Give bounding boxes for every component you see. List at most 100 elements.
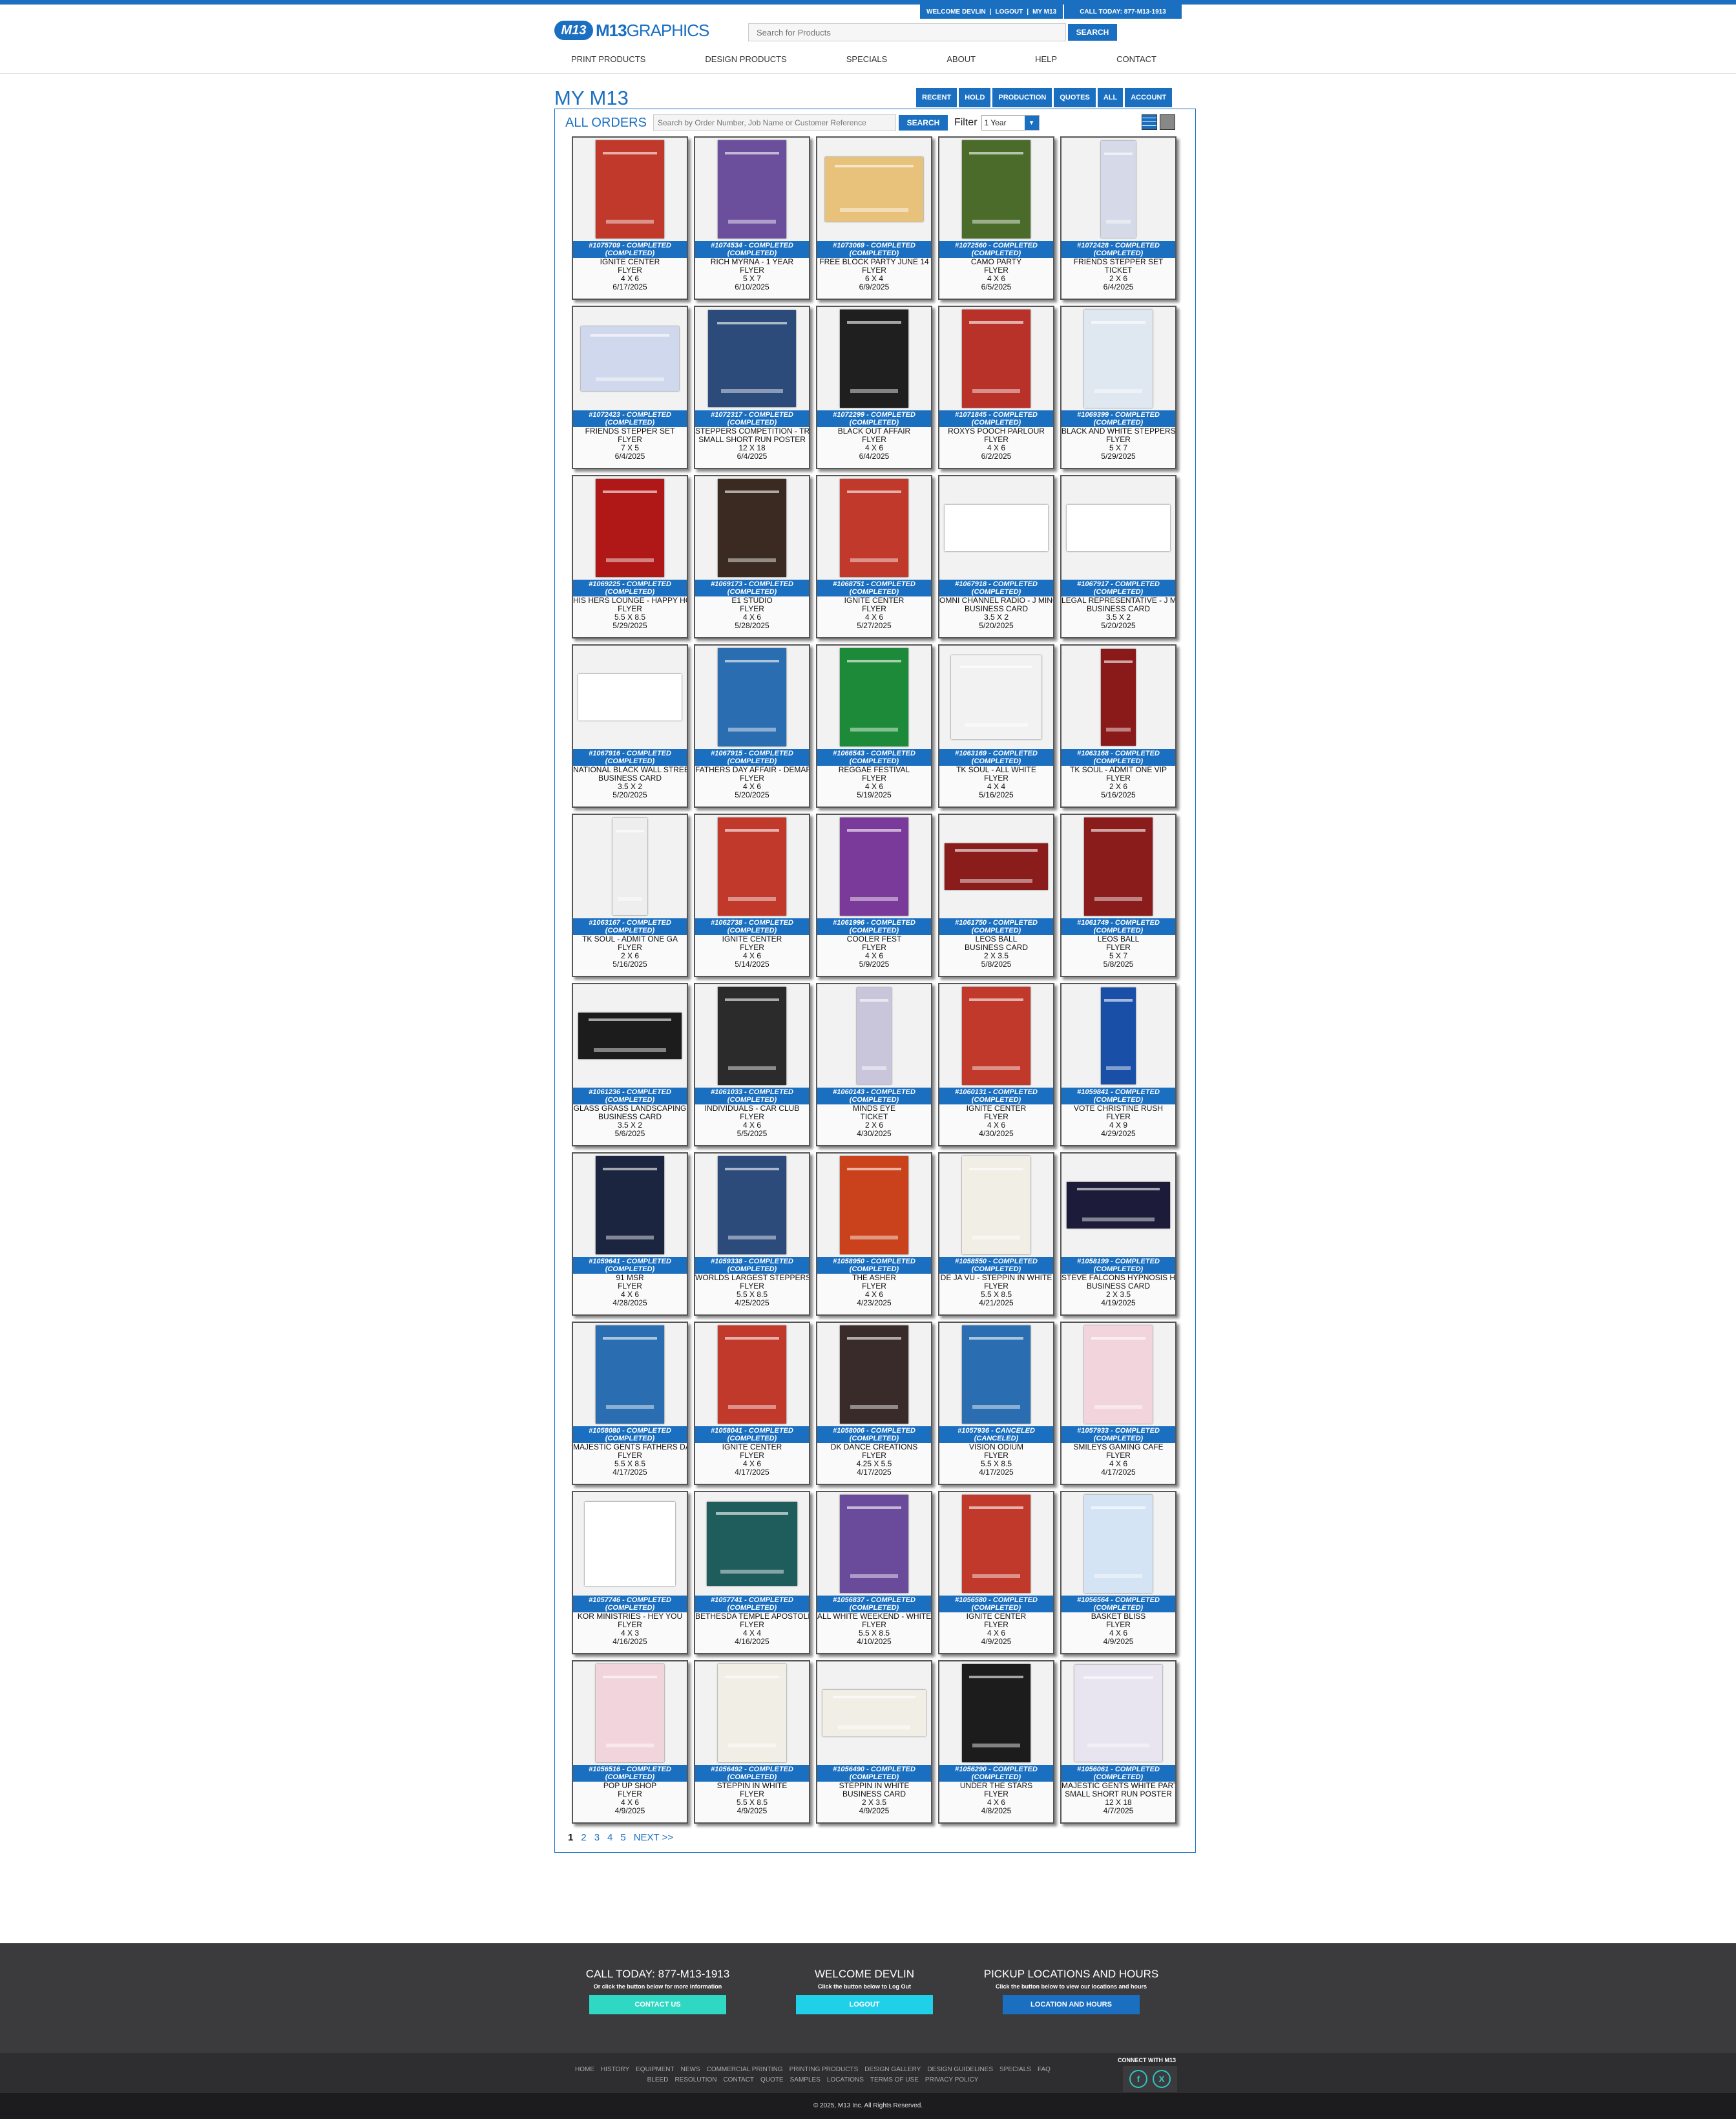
order-card[interactable]: #1058550 - COMPLETED (COMPLETED) DE JA VU… [938,1152,1054,1316]
order-thumbnail[interactable] [1101,649,1136,746]
order-card[interactable]: #1069225 - COMPLETED (COMPLETED) HIS HERS… [572,475,688,638]
order-thumbnail[interactable] [1084,310,1153,408]
footer-link[interactable]: SAMPLES [790,2076,821,2083]
footer-link[interactable]: HISTORY [601,2066,629,2073]
order-thumbnail[interactable] [840,479,908,577]
order-thumbnail[interactable] [708,310,796,407]
filter-select[interactable]: 1 Year ▼ [981,115,1040,131]
footer-link[interactable]: LOCATIONS [827,2076,864,2083]
order-thumbnail[interactable] [1101,987,1136,1084]
nav-print-products[interactable]: PRINT PRODUCTS [571,54,645,64]
order-thumbnail[interactable] [945,843,1048,890]
footer-link[interactable]: HOME [575,2066,594,2073]
order-card[interactable]: #1071845 - COMPLETED (COMPLETED) ROXYS PO… [938,306,1054,469]
order-card[interactable]: #1058080 - COMPLETED (COMPLETED) MAJESTIC… [572,1322,688,1485]
order-thumbnail[interactable] [945,505,1048,551]
nav-specials[interactable]: SPECIALS [846,54,888,64]
order-thumbnail[interactable] [962,1664,1030,1762]
order-card[interactable]: #1061996 - COMPLETED (COMPLETED) COOLER F… [816,814,932,977]
page-1[interactable]: 1 [568,1832,573,1843]
tab-hold[interactable]: HOLD [959,88,991,107]
order-thumbnail[interactable] [822,1690,926,1736]
nav-contact[interactable]: CONTACT [1116,54,1156,64]
order-thumbnail[interactable] [718,987,786,1085]
order-card[interactable]: #1056492 - COMPLETED (COMPLETED) STEPPIN … [694,1660,810,1824]
order-card[interactable]: #1058006 - COMPLETED (COMPLETED) DK DANCE… [816,1322,932,1485]
order-card[interactable]: #1069173 - COMPLETED (COMPLETED) E1 STUDI… [694,475,810,638]
next-page-link[interactable]: NEXT >> [634,1832,673,1843]
order-thumbnail[interactable] [825,157,923,222]
order-card[interactable]: #1067918 - COMPLETED (COMPLETED) OMNI CHA… [938,475,1054,638]
order-card[interactable]: #1061750 - COMPLETED (COMPLETED) LEOS BAL… [938,814,1054,977]
order-thumbnail[interactable] [962,140,1030,238]
order-card[interactable]: #1059338 - COMPLETED (COMPLETED) WORLDS L… [694,1152,810,1316]
footer-link[interactable]: COMMERCIAL PRINTING [707,2066,783,2073]
order-card[interactable]: #1067916 - COMPLETED (COMPLETED) NATIONAL… [572,644,688,808]
order-card[interactable]: #1059641 - COMPLETED (COMPLETED) 91 MSR FL… [572,1152,688,1316]
footer-link[interactable]: SPECIALS [999,2066,1031,2073]
order-card[interactable]: #1066543 - COMPLETED (COMPLETED) REGGAE F… [816,644,932,808]
order-thumbnail[interactable] [840,648,908,746]
order-card[interactable]: #1068751 - COMPLETED (COMPLETED) IGNITE C… [816,475,932,638]
order-card[interactable]: #1074534 - COMPLETED (COMPLETED) RICH MYR… [694,136,810,300]
order-thumbnail[interactable] [962,1156,1030,1254]
order-thumbnail[interactable] [707,1502,797,1586]
order-card[interactable]: #1056290 - COMPLETED (COMPLETED) UNDER TH… [938,1660,1054,1824]
page-2[interactable]: 2 [581,1832,586,1843]
order-card[interactable]: #1067917 - COMPLETED (COMPLETED) LEGAL RE… [1060,475,1177,638]
order-thumbnail[interactable] [718,1156,786,1254]
product-search-button[interactable]: SEARCH [1068,24,1117,41]
order-card[interactable]: #1058199 - COMPLETED (COMPLETED) STEVE FA… [1060,1152,1177,1316]
tab-recent[interactable]: RECENT [916,88,957,107]
page-5[interactable]: 5 [620,1832,625,1843]
order-card[interactable]: #1057741 - COMPLETED (COMPLETED) BETHESDA… [694,1491,810,1654]
order-card[interactable]: #1057933 - COMPLETED (COMPLETED) SMILEYS … [1060,1322,1177,1485]
tab-quotes[interactable]: QUOTES [1054,88,1096,107]
tab-all[interactable]: ALL [1097,88,1124,107]
order-card[interactable]: #1067915 - COMPLETED (COMPLETED) FATHERS … [694,644,810,808]
order-thumbnail[interactable] [578,1013,682,1059]
order-thumbnail[interactable] [596,1156,664,1254]
footer-link[interactable]: TERMS OF USE [870,2076,919,2083]
grid-view-icon[interactable] [1142,114,1157,130]
order-card[interactable]: #1056061 - COMPLETED (COMPLETED) MAJESTIC… [1060,1660,1177,1824]
order-thumbnail[interactable] [578,674,682,721]
order-card[interactable]: #1061033 - COMPLETED (COMPLETED) INDIVIDU… [694,983,810,1146]
order-thumbnail[interactable] [1084,817,1153,916]
order-thumbnail[interactable] [596,1664,664,1762]
footer-link[interactable]: EQUIPMENT [636,2066,674,2073]
order-card[interactable]: #1056580 - COMPLETED (COMPLETED) IGNITE C… [938,1491,1054,1654]
footer-link[interactable]: CONTACT [723,2076,754,2083]
footer-link[interactable]: QUOTE [760,2076,784,2083]
footer-link[interactable]: DESIGN GUIDELINES [927,2066,993,2073]
order-thumbnail[interactable] [1067,1182,1170,1228]
order-thumbnail[interactable] [596,479,664,577]
order-thumbnail[interactable] [1084,1325,1153,1424]
footer-link[interactable]: DESIGN GALLERY [864,2066,921,2073]
page-4[interactable]: 4 [607,1832,612,1843]
footer-link[interactable]: BLEED [647,2076,669,2083]
order-thumbnail[interactable] [1084,1495,1153,1593]
order-card[interactable]: #1063168 - COMPLETED (COMPLETED) TK SOUL … [1060,644,1177,808]
order-card[interactable]: #1056516 - COMPLETED (COMPLETED) POP UP S… [572,1660,688,1824]
location-hours-button[interactable]: LOCATION AND HOURS [1003,1995,1140,2014]
order-thumbnail[interactable] [1074,1665,1162,1762]
order-thumbnail[interactable] [857,987,892,1084]
order-card[interactable]: #1063167 - COMPLETED (COMPLETED) TK SOUL … [572,814,688,977]
order-card[interactable]: #1057746 - COMPLETED (COMPLETED) KOR MINI… [572,1491,688,1654]
order-search-input[interactable] [653,114,896,131]
nav-about[interactable]: ABOUT [946,54,976,64]
list-view-icon[interactable] [1160,114,1175,130]
order-card[interactable]: #1057936 - CANCELED (CANCELED) VISION ODI… [938,1322,1054,1485]
order-card[interactable]: #1072423 - COMPLETED (COMPLETED) FRIENDS … [572,306,688,469]
footer-logout-button[interactable]: LOGOUT [796,1995,933,2014]
order-thumbnail[interactable] [718,140,786,238]
order-thumbnail[interactable] [840,1495,908,1593]
order-card[interactable]: #1059841 - COMPLETED (COMPLETED) VOTE CHR… [1060,983,1177,1146]
order-card[interactable]: #1069399 - COMPLETED (COMPLETED) BLACK AN… [1060,306,1177,469]
order-card[interactable]: #1056490 - COMPLETED (COMPLETED) STEPPIN … [816,1660,932,1824]
order-card[interactable]: #1062738 - COMPLETED (COMPLETED) IGNITE C… [694,814,810,977]
m13-logo[interactable]: M13 M13GRAPHICS [554,19,709,41]
order-card[interactable]: #1072299 - COMPLETED (COMPLETED) BLACK OU… [816,306,932,469]
order-card[interactable]: #1061236 - COMPLETED (COMPLETED) GLASS GR… [572,983,688,1146]
